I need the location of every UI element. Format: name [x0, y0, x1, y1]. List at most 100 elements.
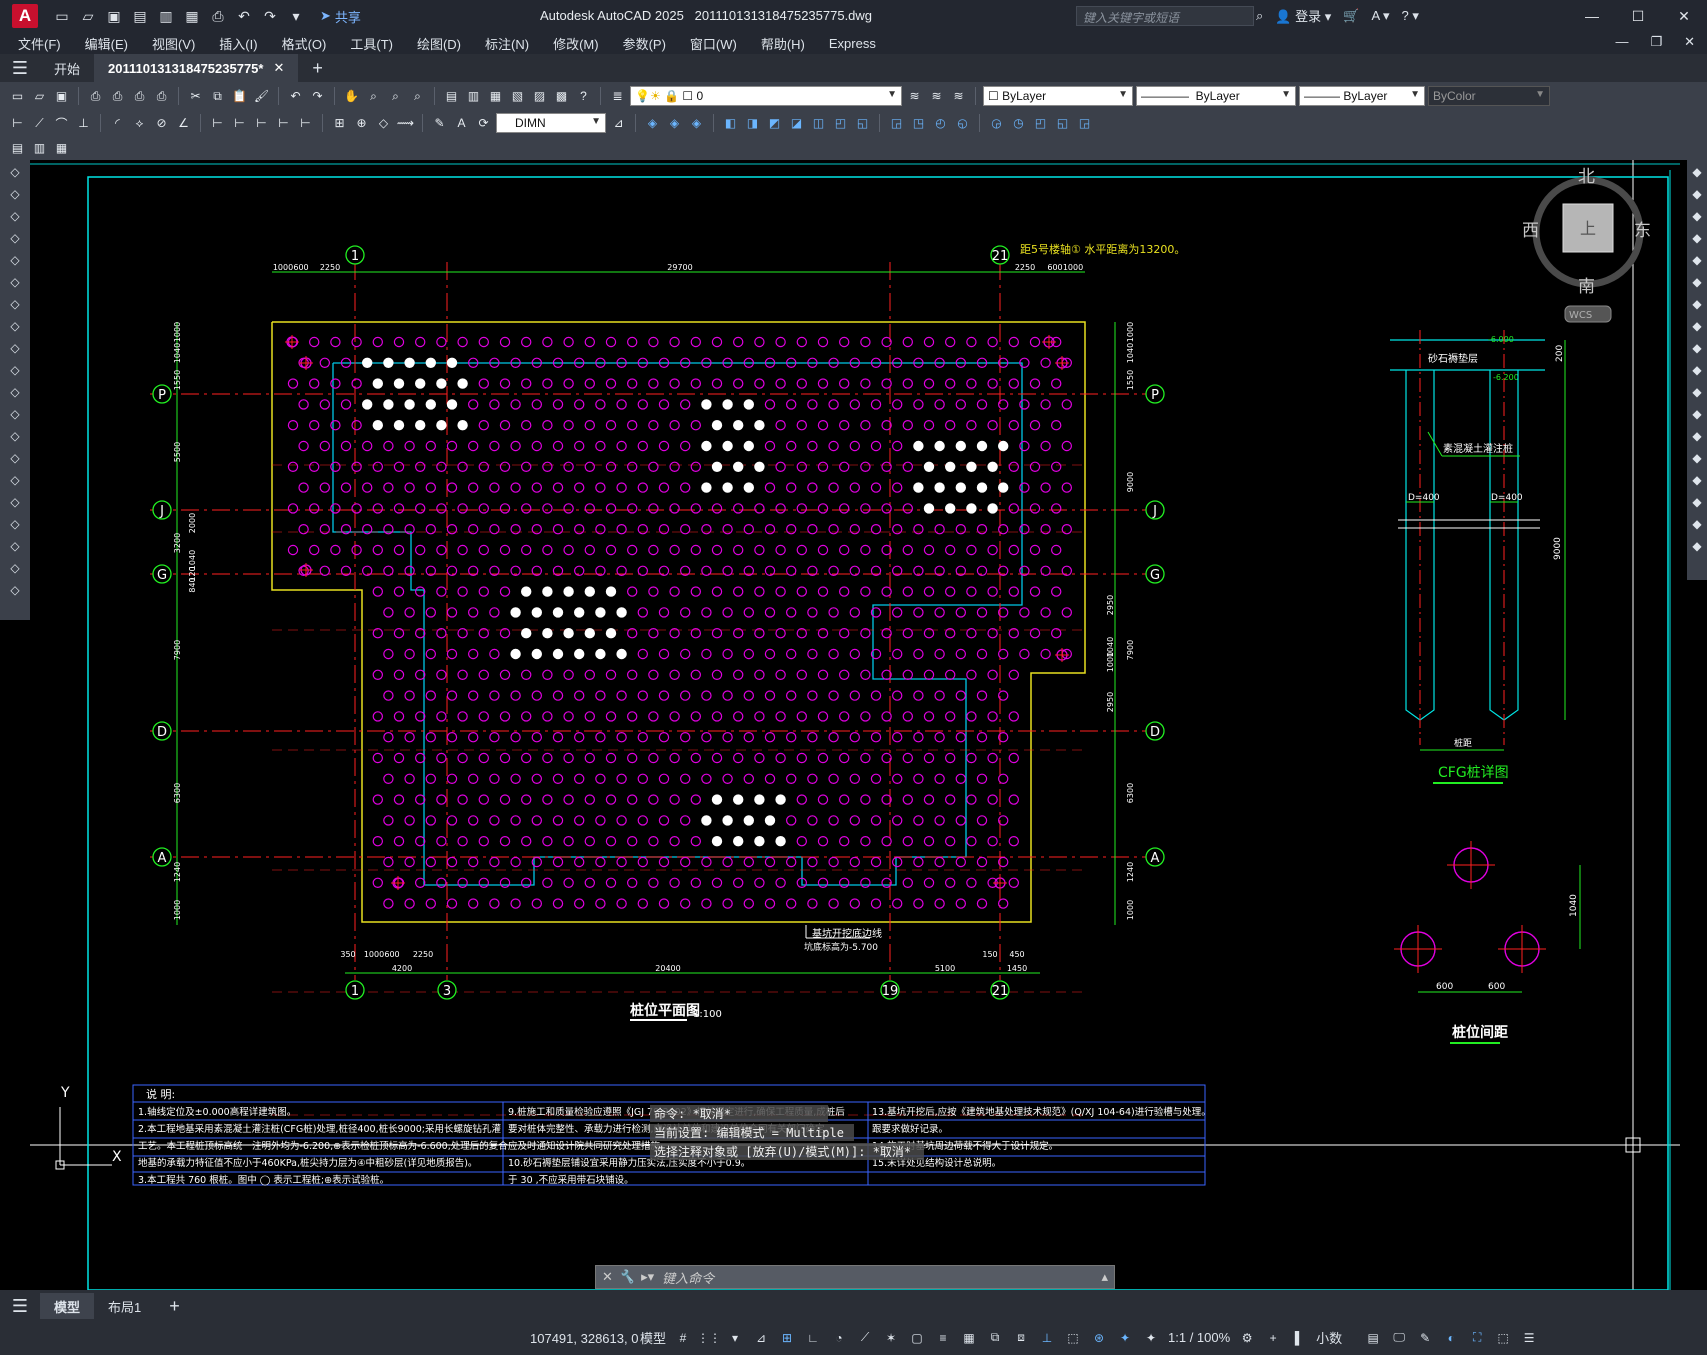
polar-icon[interactable]: ◔	[830, 1329, 848, 1347]
plot-icon-tb[interactable]: ⎙	[86, 87, 105, 106]
hatch-icon[interactable]: ◇	[5, 470, 25, 490]
new-icon[interactable]: ▭	[8, 87, 27, 106]
layer-dropdown[interactable]: 💡☀ 🔒 ☐ 0 ▼	[630, 86, 902, 106]
table-icon[interactable]: ◇	[5, 536, 25, 556]
3d-wedge-icon[interactable]: ◈	[665, 114, 684, 133]
stretch-icon[interactable]: ◆	[1687, 338, 1707, 358]
intersect-icon[interactable]: ◫	[809, 114, 828, 133]
blend-icon[interactable]: ◆	[1687, 514, 1707, 534]
extrude-icon[interactable]: ◧	[721, 114, 740, 133]
viewcube-south[interactable]: 南	[1578, 277, 1595, 297]
continue-dim-icon[interactable]: ⊢	[252, 114, 271, 133]
circle-icon[interactable]: ◇	[5, 294, 25, 314]
lineweight-icon[interactable]: ≡	[934, 1329, 952, 1347]
slice-icon[interactable]: ◰	[831, 114, 850, 133]
save-icon-tb[interactable]: ▣	[52, 87, 71, 106]
menu-item-0[interactable]: 文件(F)	[18, 34, 61, 53]
doc-minimize-icon[interactable]: —	[1615, 34, 1628, 50]
tab-layout1[interactable]: 布局1	[94, 1293, 155, 1319]
cut-icon[interactable]: ✂	[186, 87, 205, 106]
annotation-visibility-icon[interactable]: ✦	[1116, 1329, 1134, 1347]
text-icon[interactable]: ◇	[5, 558, 25, 578]
isolate-icon[interactable]: ✎	[1416, 1329, 1434, 1347]
tolerance-icon[interactable]: ⊞	[330, 114, 349, 133]
menu-item-9[interactable]: 参数(P)	[623, 34, 666, 53]
polyline-icon[interactable]: ◇	[5, 184, 25, 204]
customize-dropdown-icon[interactable]: ▾	[286, 6, 306, 26]
quick-props-icon[interactable]: ▤	[1364, 1329, 1382, 1347]
menu-item-4[interactable]: 格式(O)	[282, 34, 327, 53]
arc2-icon[interactable]: ◇	[5, 272, 25, 292]
trim-icon[interactable]: ◆	[1687, 360, 1707, 380]
cmd-expand-icon[interactable]: ▴	[1101, 1269, 1108, 1285]
customize-icon[interactable]: ☰	[1520, 1329, 1538, 1347]
rectangle-icon[interactable]: ◇	[5, 250, 25, 270]
union-icon[interactable]: ◩	[765, 114, 784, 133]
drawing-canvas[interactable]: 1000 600 2250 29700 2250 600 1000 350 1000 600 225…	[0, 160, 1707, 1290]
shell-icon[interactable]: ◲	[887, 114, 906, 133]
pan-icon[interactable]: ✋	[342, 87, 361, 106]
add-layout-icon[interactable]: +	[155, 1293, 194, 1319]
add-selected-icon[interactable]: ◇	[5, 580, 25, 600]
menu-item-10[interactable]: 窗口(W)	[690, 34, 737, 53]
help-search-input[interactable]: 键入关键字或短语	[1076, 6, 1254, 26]
check-icon[interactable]: ◵	[953, 114, 972, 133]
copy-icon[interactable]: ◆	[1687, 184, 1707, 204]
open-web-icon[interactable]: ▦	[182, 6, 202, 26]
block-icon[interactable]: ◇	[5, 426, 25, 446]
hardware-accel-icon[interactable]: ◐	[1442, 1329, 1460, 1347]
color-dropdown[interactable]: ☐ ByLayer ▼	[983, 86, 1133, 106]
open-file-icon[interactable]: ▱	[78, 6, 98, 26]
section-icon[interactable]: ◱	[853, 114, 872, 133]
cart-icon[interactable]: 🛒	[1343, 8, 1359, 24]
lock-ui-icon[interactable]: 🖵	[1390, 1329, 1408, 1347]
paste-icon[interactable]: 📋	[230, 87, 249, 106]
auto-scale-icon[interactable]: ✦	[1142, 1329, 1160, 1347]
command-line[interactable]: ✕ 🔧 ▸▾ 键入命令 ▴	[595, 1265, 1115, 1289]
move-icon[interactable]: ◆	[1687, 272, 1707, 292]
layer-props-icon[interactable]: ≣	[608, 87, 627, 106]
arc-length-icon[interactable]: ⌒	[52, 114, 71, 133]
erase-icon[interactable]: ◆	[1687, 162, 1707, 182]
layout-menu-icon[interactable]: ☰	[0, 1296, 40, 1317]
offset-icon[interactable]: ◆	[1687, 228, 1707, 248]
help-icon-tb[interactable]: ?	[574, 87, 593, 106]
doc-restore-icon[interactable]: ❐	[1650, 34, 1662, 50]
scale-icon[interactable]: ◆	[1687, 316, 1707, 336]
ellipse-icon[interactable]: ◇	[5, 360, 25, 380]
subtract-icon[interactable]: ◪	[787, 114, 806, 133]
gradient-icon[interactable]: ◇	[5, 492, 25, 512]
dimstyle-manager-icon[interactable]: ⊿	[609, 114, 628, 133]
color-edge-icon[interactable]: ◲	[1075, 114, 1094, 133]
copy-icon[interactable]: ⧉	[208, 87, 227, 106]
gizmo-icon[interactable]: ⊛	[1090, 1329, 1108, 1347]
autodesk-app-icon[interactable]: A ▾	[1371, 8, 1389, 24]
open-icon[interactable]: ▱	[30, 87, 49, 106]
linear-dim-icon[interactable]: ⊢	[8, 114, 27, 133]
calculator-icon[interactable]: ▩	[552, 87, 571, 106]
viewcube-north[interactable]: 北	[1578, 167, 1595, 187]
search-icon[interactable]: ⌕	[1256, 8, 1263, 24]
snap-dropdown-icon[interactable]: ▾	[726, 1329, 744, 1347]
publish-icon-tb[interactable]: ⎙	[130, 87, 149, 106]
sheet-set-icon[interactable]: ▧	[508, 87, 527, 106]
separate-icon[interactable]: ◳	[909, 114, 928, 133]
dim-edit-icon[interactable]: ✎	[430, 114, 449, 133]
taper-icon[interactable]: ◷	[1009, 114, 1028, 133]
new-tab-icon[interactable]: +	[298, 54, 337, 82]
menu-item-6[interactable]: 绘图(D)	[417, 34, 461, 53]
user-login-button[interactable]: 👤 登录 ▾	[1275, 6, 1331, 25]
command-input[interactable]: 键入命令	[662, 1268, 714, 1287]
osnap-icon[interactable]: ▢	[908, 1329, 926, 1347]
offset-face-icon[interactable]: ◰	[1031, 114, 1050, 133]
menu-item-2[interactable]: 视图(V)	[152, 34, 195, 53]
properties-icon[interactable]: ▤	[442, 87, 461, 106]
mirror-icon[interactable]: ◆	[1687, 206, 1707, 226]
menu-item-5[interactable]: 工具(T)	[350, 34, 393, 53]
copy-edge-icon[interactable]: ◱	[1053, 114, 1072, 133]
save-as-icon[interactable]: ▤	[130, 6, 150, 26]
center-mark-icon[interactable]: ⊕	[352, 114, 371, 133]
plot-icon[interactable]: ⎙	[208, 6, 228, 26]
help-icon[interactable]: ? ▾	[1402, 8, 1419, 24]
dynamic-input-icon[interactable]: ⊞	[778, 1329, 796, 1347]
